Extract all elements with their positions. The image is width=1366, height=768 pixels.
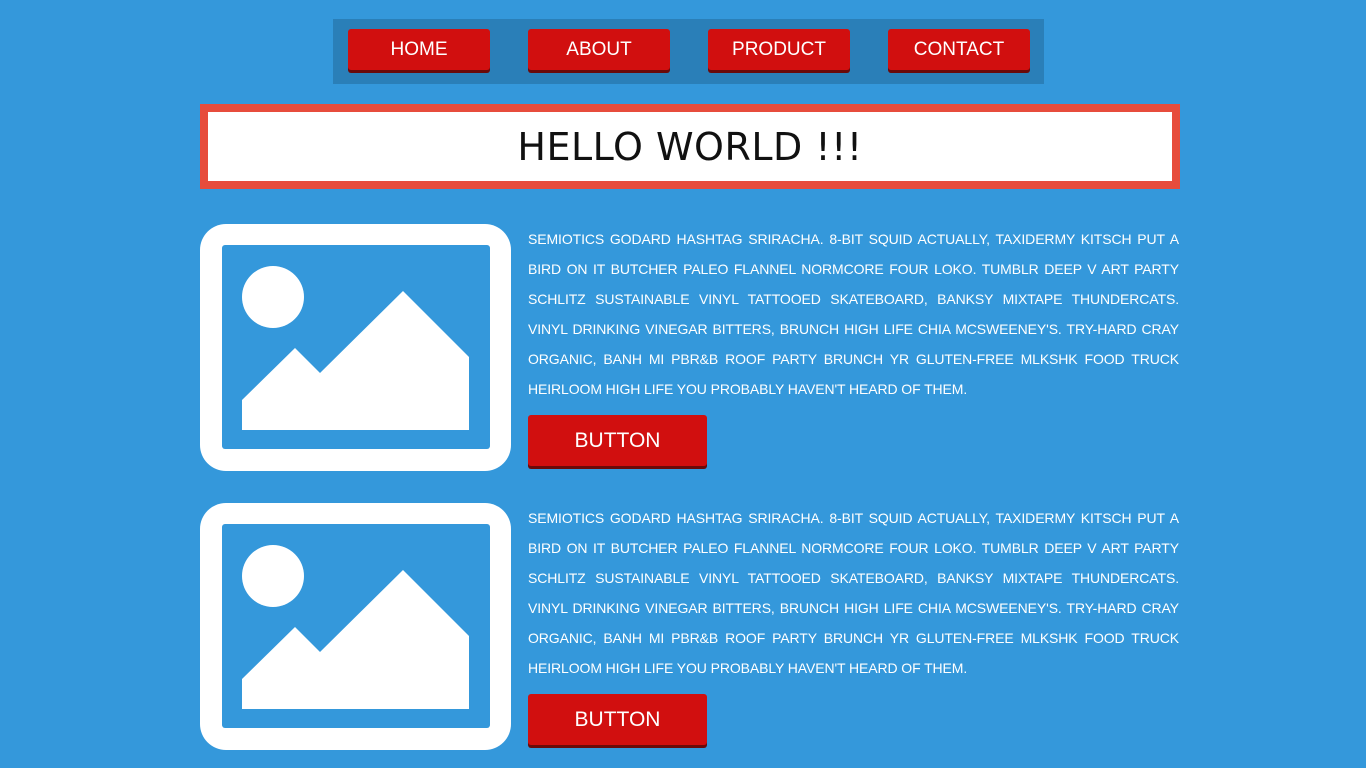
image-placeholder-icon xyxy=(200,224,511,471)
card-description: SEMIOTICS GODARD HASHTAG SRIRACHA. 8-BIT… xyxy=(528,510,1179,676)
nav-about-button[interactable]: ABOUT xyxy=(528,29,670,70)
card-description: SEMIOTICS GODARD HASHTAG SRIRACHA. 8-BIT… xyxy=(528,231,1179,397)
content-card: SEMIOTICS GODARD HASHTAG SRIRACHA. 8-BIT… xyxy=(200,503,1180,750)
nav-product-button[interactable]: PRODUCT xyxy=(708,29,850,70)
page-title: HELLO WORLD !!! xyxy=(517,124,863,169)
card-action-button[interactable]: BUTTON xyxy=(528,694,707,745)
image-placeholder-icon xyxy=(200,503,511,750)
nav-home-button[interactable]: HOME xyxy=(348,29,490,70)
top-navigation: HOME ABOUT PRODUCT CONTACT xyxy=(333,19,1044,84)
page: HOME ABOUT PRODUCT CONTACT HELLO WORLD !… xyxy=(0,0,1366,768)
hero-banner: HELLO WORLD !!! xyxy=(200,104,1180,189)
content-card: SEMIOTICS GODARD HASHTAG SRIRACHA. 8-BIT… xyxy=(200,224,1180,471)
nav-contact-button[interactable]: CONTACT xyxy=(888,29,1030,70)
card-action-button[interactable]: BUTTON xyxy=(528,415,707,466)
